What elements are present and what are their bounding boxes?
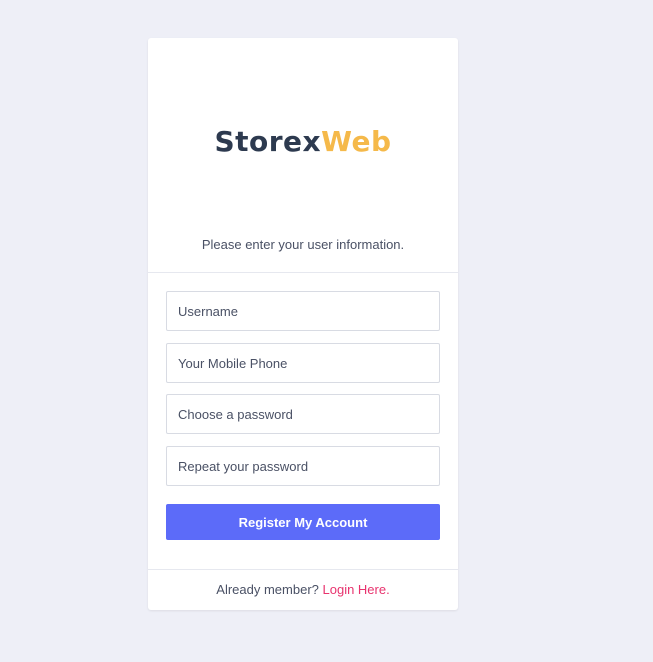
brand-logo-part-a: Storex — [214, 125, 322, 158]
login-link[interactable]: Login Here. — [323, 582, 390, 597]
login-prompt: Already member? Login Here. — [148, 582, 458, 597]
repeat-password-input[interactable] — [166, 446, 440, 486]
header-divider — [148, 272, 458, 273]
footer-divider — [148, 569, 458, 570]
login-prompt-text: Already member? — [216, 582, 323, 597]
password-input[interactable] — [166, 394, 440, 434]
brand-logo-part-b: Web — [321, 125, 392, 158]
register-button[interactable]: Register My Account — [166, 504, 440, 540]
mobile-phone-input[interactable] — [166, 343, 440, 383]
intro-text: Please enter your user information. — [201, 237, 405, 252]
register-card: StorexWeb Please enter your user informa… — [148, 38, 458, 610]
username-input[interactable] — [166, 291, 440, 331]
brand-logo: StorexWeb — [148, 128, 458, 156]
